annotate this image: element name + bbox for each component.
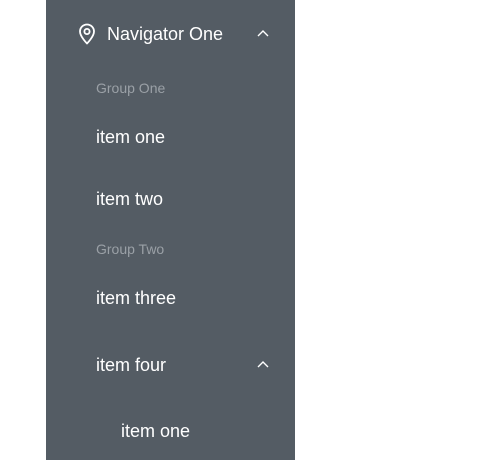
chevron-up-icon bbox=[257, 30, 269, 37]
group-title-one: Group One bbox=[96, 80, 166, 96]
menu-item-two[interactable]: item two bbox=[96, 187, 295, 211]
submenu-item-four[interactable]: item four bbox=[96, 353, 295, 377]
group-title-two: Group Two bbox=[96, 241, 165, 257]
submenu-navigator-one[interactable]: Navigator One bbox=[46, 10, 295, 58]
chevron-up-icon bbox=[257, 361, 269, 368]
menu-item-one[interactable]: item one bbox=[96, 125, 295, 149]
menu-item-three[interactable]: item three bbox=[96, 286, 295, 310]
sidebar-menu: Navigator One Group One item one item tw… bbox=[46, 0, 295, 460]
submenu-title-label: Navigator One bbox=[107, 24, 224, 44]
location-pin-icon bbox=[79, 23, 95, 45]
nested-menu-item-one[interactable]: item one bbox=[121, 419, 295, 443]
submenu-item-four-label: item four bbox=[96, 355, 167, 375]
